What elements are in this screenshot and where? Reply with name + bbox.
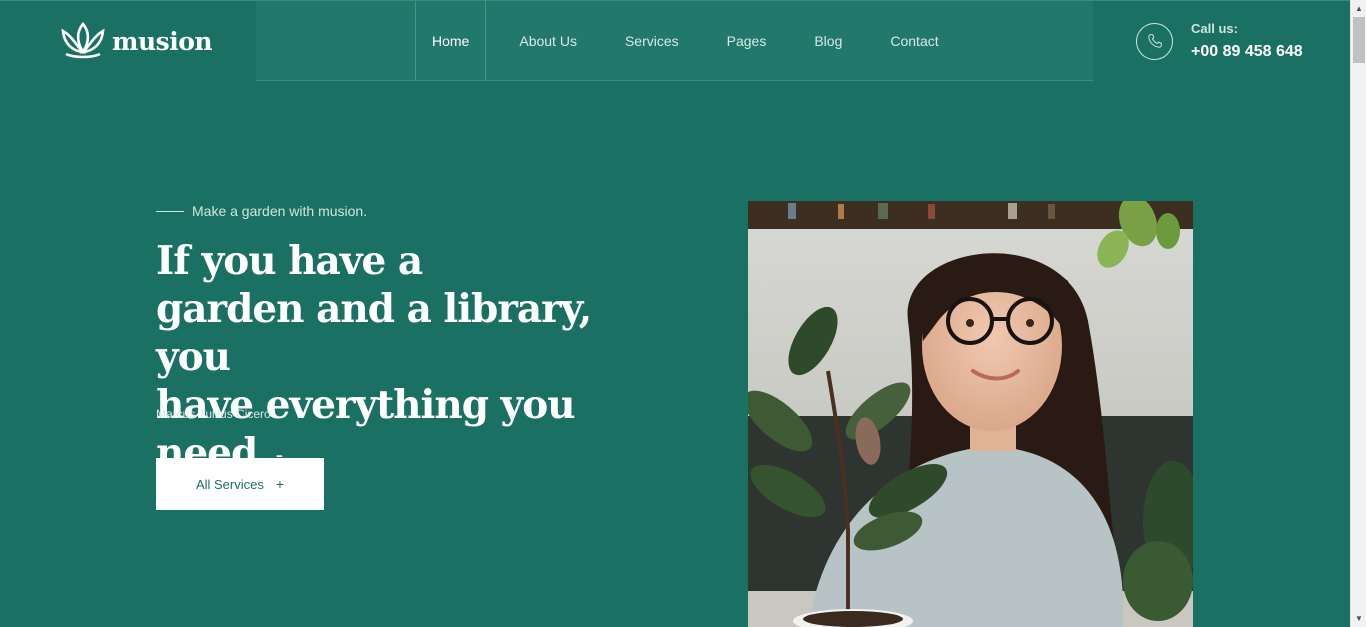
- plus-icon: +: [275, 476, 285, 492]
- woman-with-plant-photo: [748, 201, 1193, 627]
- button-label: All Services: [195, 476, 264, 492]
- scroll-up-arrow-icon[interactable]: ▲: [1351, 0, 1366, 17]
- call-label: Call us:: [1191, 21, 1238, 36]
- tagline-text: Make a garden with musion.: [192, 203, 368, 219]
- hero-tagline: Make a garden with musion.: [156, 203, 367, 219]
- hero-image: [748, 201, 1193, 627]
- nav-services[interactable]: Services: [601, 1, 703, 81]
- main-nav: Home About Us Services Pages Blog Contac…: [415, 1, 963, 81]
- site-header: musion Home About Us Services Pages Blog…: [0, 0, 1350, 81]
- page-scrollbar[interactable]: ▲ ▼: [1350, 0, 1366, 627]
- brand-name: musion: [112, 26, 213, 56]
- nav-contact[interactable]: Contact: [866, 1, 962, 81]
- phone-number[interactable]: +00 89 458 648: [1191, 43, 1303, 61]
- all-services-button[interactable]: All Services +: [156, 458, 324, 510]
- nav-about-us[interactable]: About Us: [495, 1, 601, 81]
- lotus-icon: [61, 22, 105, 59]
- tagline-divider: [156, 210, 184, 212]
- phone-icon: [1136, 22, 1173, 60]
- nav-pages[interactable]: Pages: [703, 1, 791, 81]
- call-us[interactable]: Call us: +00 89 458 648: [1093, 1, 1350, 81]
- headline-line-1: If you have a: [156, 238, 423, 284]
- logo[interactable]: musion: [0, 1, 256, 81]
- nav-home[interactable]: Home: [415, 1, 487, 81]
- quote-author: Marcus Tullius Cicero: [156, 407, 271, 421]
- hero-headline: If you have a garden and a library, you …: [156, 237, 676, 480]
- scroll-down-arrow-icon[interactable]: ▼: [1351, 610, 1366, 627]
- nav-blog[interactable]: Blog: [790, 1, 866, 81]
- headline-line-2: garden and a library, you: [156, 286, 592, 380]
- scroll-thumb[interactable]: [1353, 17, 1365, 63]
